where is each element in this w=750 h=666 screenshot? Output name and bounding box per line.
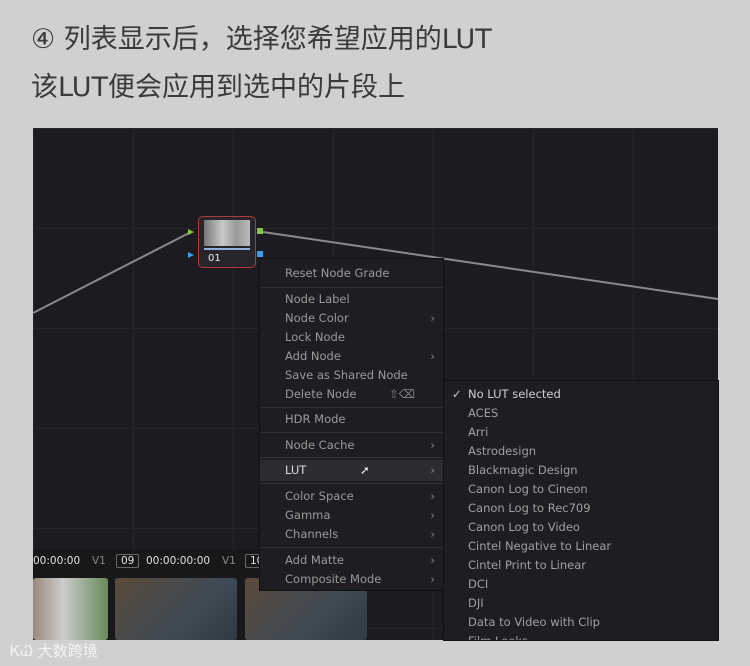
node-context-menu: Reset Node Grade Node Label Node Color › … — [259, 258, 444, 591]
menu-item-gamma[interactable]: Gamma › — [260, 506, 443, 525]
lut-option-label: Astrodesign — [468, 444, 537, 458]
lut-option[interactable]: DJI — [444, 594, 718, 613]
lut-option[interactable]: Canon Log to Video — [444, 518, 718, 537]
clip-timecode: 00:00:00 — [33, 555, 81, 567]
node-bar — [204, 248, 250, 250]
lut-option-label: Cintel Print to Linear — [468, 558, 586, 572]
menu-item-color-space[interactable]: Color Space › — [260, 487, 443, 506]
chevron-right-icon: › — [430, 489, 435, 503]
node-thumbnail — [204, 220, 250, 246]
mouse-cursor-icon: ➚ — [360, 463, 370, 477]
lut-option-label: Cintel Negative to Linear — [468, 539, 612, 553]
lut-option[interactable]: Arri — [444, 423, 718, 442]
menu-separator — [260, 407, 443, 408]
node-label: 01 — [208, 253, 221, 264]
checkmark-icon: ✓ — [452, 387, 462, 401]
lut-option-label: DJI — [468, 596, 484, 610]
menu-item-lut[interactable]: LUT ➚ › — [260, 460, 443, 481]
lut-option[interactable]: Canon Log to Rec709 — [444, 499, 718, 518]
lut-option-label: ACES — [468, 406, 499, 420]
lut-option[interactable]: Cintel Print to Linear — [444, 556, 718, 575]
clip-thumbnail[interactable] — [115, 578, 237, 640]
lut-option[interactable]: ACES — [444, 404, 718, 423]
clip-track: V1 — [92, 555, 106, 567]
menu-label: Add Matte — [285, 553, 344, 567]
caption-line-1: ④ 列表显示后，选择您希望应用的LUT — [31, 24, 492, 55]
menu-item-reset-node-grade[interactable]: Reset Node Grade — [260, 264, 443, 283]
lut-option-label: Canon Log to Rec709 — [468, 501, 591, 515]
chevron-right-icon: › — [430, 527, 435, 541]
caption-line-2: 该LUT便会应用到选中的片段上 — [31, 72, 405, 103]
menu-item-add-node[interactable]: Add Node › — [260, 347, 443, 366]
lut-option[interactable]: Data to Video with Clip — [444, 613, 718, 632]
menu-item-composite-mode[interactable]: Composite Mode › — [260, 570, 443, 589]
clip-thumbnail[interactable] — [33, 578, 108, 640]
menu-item-channels[interactable]: Channels › — [260, 525, 443, 544]
chevron-right-icon: › — [430, 463, 435, 477]
menu-label: Node Cache — [285, 438, 355, 452]
watermark-logo: ᏦᏇ 大数跨境 — [10, 640, 98, 661]
menu-item-node-color[interactable]: Node Color › — [260, 309, 443, 328]
lut-option[interactable]: ✓ No LUT selected — [444, 385, 718, 404]
chevron-right-icon: › — [430, 311, 435, 325]
input-wire — [33, 231, 192, 314]
lut-option-label: DCI — [468, 577, 489, 591]
lut-submenu: ✓ No LUT selected ACES Arri Astrodesign Black… — [443, 380, 719, 641]
lut-option[interactable]: Film Looks — [444, 632, 718, 641]
menu-item-lock-node[interactable]: Lock Node — [260, 328, 443, 347]
menu-label: Lock Node — [285, 330, 345, 344]
rgb-output-port[interactable] — [257, 228, 263, 234]
menu-label: LUT — [285, 463, 307, 477]
menu-item-add-matte[interactable]: Add Matte › — [260, 551, 443, 570]
chevron-right-icon: › — [430, 438, 435, 452]
lut-option[interactable]: Canon Log to Cineon — [444, 480, 718, 499]
shortcut-label: ⇧⌫ — [389, 387, 415, 401]
menu-item-save-shared-node[interactable]: Save as Shared Node — [260, 366, 443, 385]
chevron-right-icon: › — [430, 508, 435, 522]
menu-label: Color Space — [285, 489, 354, 503]
menu-label: Save as Shared Node — [285, 368, 408, 382]
menu-label: Add Node — [285, 349, 341, 363]
lut-option-label: Blackmagic Design — [468, 463, 578, 477]
menu-item-delete-node[interactable]: Delete Node ⇧⌫ — [260, 385, 443, 404]
rgb-input-port[interactable] — [188, 229, 194, 235]
menu-label: Node Label — [285, 292, 350, 306]
chevron-right-icon: › — [430, 553, 435, 567]
lut-option-label: Arri — [468, 425, 489, 439]
menu-label: Composite Mode — [285, 572, 382, 586]
menu-label: Node Color — [285, 311, 349, 325]
menu-separator — [260, 457, 443, 458]
menu-separator — [260, 432, 443, 433]
lut-option[interactable]: Cintel Negative to Linear — [444, 537, 718, 556]
alpha-output-port[interactable] — [257, 251, 263, 257]
lut-option-label: Canon Log to Cineon — [468, 482, 588, 496]
menu-label: HDR Mode — [285, 412, 346, 426]
menu-label: Gamma — [285, 508, 331, 522]
menu-label: Reset Node Grade — [285, 266, 390, 280]
menu-item-node-cache[interactable]: Node Cache › — [260, 436, 443, 455]
menu-label: Channels — [285, 527, 339, 541]
watermark-icon: ᏦᏇ — [10, 642, 38, 660]
menu-label: Delete Node — [285, 387, 357, 401]
lut-option[interactable]: DCI — [444, 575, 718, 594]
menu-separator — [260, 287, 443, 288]
chevron-right-icon: › — [430, 349, 435, 363]
menu-separator — [260, 547, 443, 548]
menu-separator — [260, 483, 443, 484]
clip-timecode: 00:00:00:00 — [146, 555, 211, 567]
lut-option-label: Data to Video with Clip — [468, 615, 600, 629]
lut-option-label: No LUT selected — [468, 387, 561, 401]
watermark-text: 大数跨境 — [37, 642, 98, 660]
corrector-node-01[interactable]: 01 — [198, 216, 256, 268]
lut-option[interactable]: Blackmagic Design — [444, 461, 718, 480]
menu-item-hdr-mode[interactable]: HDR Mode — [260, 410, 443, 429]
menu-item-node-label[interactable]: Node Label — [260, 290, 443, 309]
clip-track: V1 — [222, 555, 236, 567]
alpha-input-port[interactable] — [188, 252, 194, 258]
lut-option-label: Canon Log to Video — [468, 520, 580, 534]
chevron-right-icon: › — [430, 572, 435, 586]
lut-option-label: Film Looks — [468, 634, 528, 641]
lut-option[interactable]: Astrodesign — [444, 442, 718, 461]
clip-number: 09 — [116, 554, 140, 568]
